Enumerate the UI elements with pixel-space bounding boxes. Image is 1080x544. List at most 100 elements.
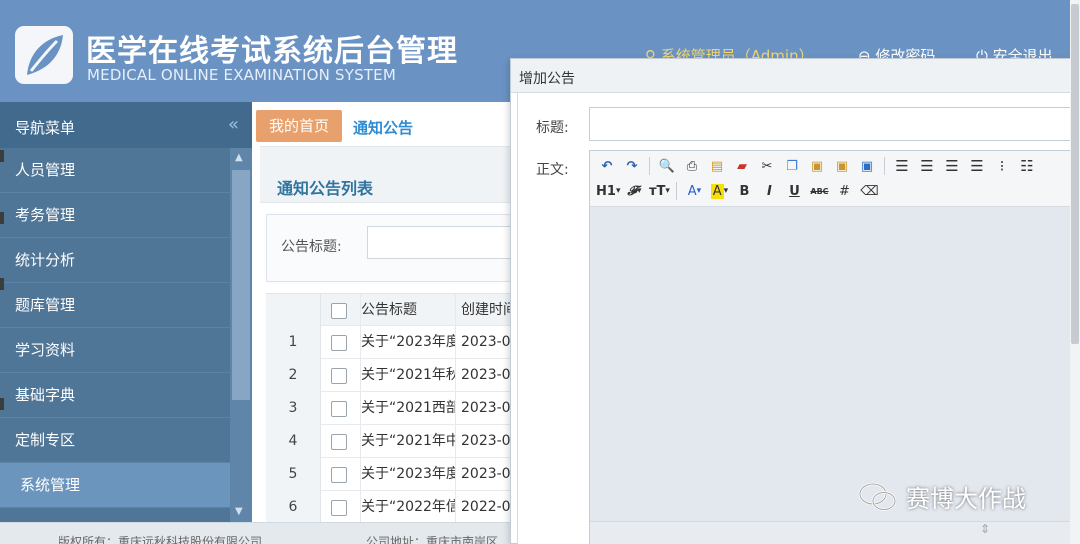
sidebar-item-question-bank[interactable]: 题库管理 bbox=[0, 283, 230, 328]
table-icon[interactable]: # bbox=[833, 180, 855, 202]
tab-notice[interactable]: 通知公告 bbox=[353, 117, 413, 138]
toolbar-separator bbox=[676, 182, 678, 200]
resize-handle-icon[interactable]: ⇕ bbox=[980, 522, 990, 536]
row-number: 5 bbox=[266, 458, 321, 491]
row-title: 关于“2021年秋 bbox=[360, 359, 455, 392]
title-input[interactable] bbox=[589, 107, 1080, 141]
row-checkbox[interactable] bbox=[331, 434, 347, 450]
code-icon[interactable]: ▰ bbox=[731, 155, 753, 177]
header-num-cell bbox=[266, 294, 321, 327]
wechat-icon bbox=[858, 482, 897, 511]
edge-fragment bbox=[0, 278, 4, 290]
sidebar-item-custom[interactable]: 定制专区 bbox=[0, 418, 230, 463]
select-all-checkbox[interactable] bbox=[331, 303, 347, 319]
bold-button[interactable]: B bbox=[733, 180, 755, 202]
sidebar-item-exam-affairs[interactable]: 考务管理 bbox=[0, 193, 230, 238]
sidebar-heading: 导航菜单 bbox=[15, 119, 76, 137]
sidebar-item-system[interactable]: 系统管理 bbox=[0, 463, 230, 508]
scroll-down-icon[interactable]: ▼ bbox=[235, 506, 243, 517]
font-family-button[interactable]: 𝓕 ▾ bbox=[623, 180, 645, 202]
template-icon[interactable]: ▤ bbox=[706, 155, 728, 177]
font-size-button[interactable]: тT ▾ bbox=[648, 180, 670, 202]
italic-button[interactable]: I bbox=[758, 180, 780, 202]
sidebar-scrollbar[interactable]: ▲ ▼ bbox=[230, 148, 252, 522]
scroll-up-icon[interactable]: ▲ bbox=[235, 152, 243, 163]
print-icon[interactable]: ⎙ bbox=[681, 155, 703, 177]
strikethrough-button[interactable]: ABC bbox=[808, 180, 830, 202]
dialog-header[interactable]: 增加公告 bbox=[511, 59, 1080, 93]
row-checkbox[interactable] bbox=[331, 368, 347, 384]
notice-title-search-input[interactable] bbox=[367, 226, 527, 259]
sidebar-item-study-materials[interactable]: 学习资料 bbox=[0, 328, 230, 373]
main-content: 我的首页 通知公告 通知公告列表 公告标题: 公告标题 创建时间 1 关于“20… bbox=[252, 102, 527, 524]
sidebar-menu: 人员管理 考务管理 统计分析 题库管理 学习资料 基础字典 定制专区 系统管理 bbox=[0, 148, 230, 508]
table-row[interactable]: 6 关于“2022年信 2022-08 bbox=[266, 491, 517, 524]
column-title[interactable]: 公告标题 bbox=[360, 294, 455, 327]
table-row[interactable]: 5 关于“2023年度 2023-03 bbox=[266, 458, 517, 491]
row-checkbox[interactable] bbox=[331, 335, 347, 351]
page-footer: 版权所有：重庆远秋科技股份有限公司 公司地址：重庆市南岸区 bbox=[0, 522, 517, 544]
highlight-button[interactable]: A ▾ bbox=[708, 180, 730, 202]
watermark-text: 赛博大作战 bbox=[906, 485, 1026, 513]
redo-icon[interactable]: ↷ bbox=[621, 155, 643, 177]
row-checkbox[interactable] bbox=[331, 401, 347, 417]
row-date: 2023-06 bbox=[455, 359, 517, 392]
sidebar-item-personnel[interactable]: 人员管理 bbox=[0, 148, 230, 193]
align-right-icon[interactable]: ☰ bbox=[941, 155, 963, 177]
cut-icon[interactable]: ✂ bbox=[756, 155, 778, 177]
page-scrollbar[interactable] bbox=[1070, 0, 1080, 544]
undo-icon[interactable]: ↶ bbox=[596, 155, 618, 177]
row-number: 2 bbox=[266, 359, 321, 392]
align-center-icon[interactable]: ☰ bbox=[916, 155, 938, 177]
ordered-list-icon[interactable]: ⁝ bbox=[991, 155, 1013, 177]
title-label: 标题: bbox=[536, 120, 569, 136]
unordered-list-icon[interactable]: ☷ bbox=[1016, 155, 1038, 177]
sidebar-scroll-thumb[interactable] bbox=[232, 170, 250, 400]
collapse-sidebar-icon[interactable]: « bbox=[228, 114, 239, 135]
page-scroll-thumb[interactable] bbox=[1071, 4, 1079, 344]
column-date[interactable]: 创建时间 bbox=[455, 294, 517, 327]
notice-table: 公告标题 创建时间 1 关于“2023年度 2023-08 2 关于“2021年… bbox=[266, 293, 517, 524]
table-row[interactable]: 4 关于“2021年中 2023-06 bbox=[266, 425, 517, 458]
copy-icon[interactable]: ❐ bbox=[781, 155, 803, 177]
table-row[interactable]: 2 关于“2021年秋 2023-06 bbox=[266, 359, 517, 392]
sidebar-header: 导航菜单 « bbox=[0, 102, 252, 148]
sidebar-item-statistics[interactable]: 统计分析 bbox=[0, 238, 230, 283]
search-panel: 公告标题: bbox=[266, 214, 527, 282]
dialog-body: 标题: 正文: ↶ ↷ 🔍 ⎙ ▤ ▰ ✂ ❐ ▣ ▣ ▣ ☰ ☰ ☰ ☰ ⁝ … bbox=[517, 93, 1080, 544]
table-header: 公告标题 创建时间 bbox=[266, 293, 517, 327]
panel-title-bar: 通知公告列表 bbox=[260, 146, 517, 203]
app-title: 医学在线考试系统后台管理 bbox=[86, 34, 458, 69]
row-checkbox[interactable] bbox=[331, 500, 347, 516]
paste-text-icon[interactable]: ▣ bbox=[831, 155, 853, 177]
sidebar: 导航菜单 « 人员管理 考务管理 统计分析 题库管理 学习资料 基础字典 定制专… bbox=[0, 102, 252, 522]
row-number: 1 bbox=[266, 326, 321, 359]
footer-address: 公司地址：重庆市南岸区 bbox=[366, 535, 499, 544]
table-row[interactable]: 1 关于“2023年度 2023-08 bbox=[266, 326, 517, 359]
eraser-icon[interactable]: ⌫ bbox=[858, 180, 880, 202]
app-subtitle: MEDICAL ONLINE EXAMINATION SYSTEM bbox=[87, 66, 396, 84]
editor-toolbar: ↶ ↷ 🔍 ⎙ ▤ ▰ ✂ ❐ ▣ ▣ ▣ ☰ ☰ ☰ ☰ ⁝ ☷ H1 ▾ 𝓕… bbox=[590, 151, 1080, 207]
paste-icon[interactable]: ▣ bbox=[806, 155, 828, 177]
row-checkbox[interactable] bbox=[331, 467, 347, 483]
row-date: 2023-08 bbox=[455, 326, 517, 359]
table-row[interactable]: 3 关于“2021西部 2023-06 bbox=[266, 392, 517, 425]
row-date: 2023-03 bbox=[455, 458, 517, 491]
sidebar-item-dictionary[interactable]: 基础字典 bbox=[0, 373, 230, 418]
toolbar-separator bbox=[649, 157, 650, 175]
tab-home[interactable]: 我的首页 bbox=[256, 110, 342, 142]
justify-icon[interactable]: ☰ bbox=[966, 155, 988, 177]
toolbar-separator bbox=[884, 157, 885, 175]
toolbar-row-1: ↶ ↷ 🔍 ⎙ ▤ ▰ ✂ ❐ ▣ ▣ ▣ ☰ ☰ ☰ ☰ ⁝ ☷ bbox=[596, 154, 1041, 178]
footer-copyright: 版权所有：重庆远秋科技股份有限公司 bbox=[58, 535, 263, 544]
heading-button[interactable]: H1 ▾ bbox=[596, 180, 620, 202]
font-color-button[interactable]: A ▾ bbox=[683, 180, 705, 202]
align-left-icon[interactable]: ☰ bbox=[891, 155, 913, 177]
edge-fragment bbox=[0, 398, 4, 410]
preview-icon[interactable]: 🔍 bbox=[656, 155, 678, 177]
row-number: 3 bbox=[266, 392, 321, 425]
dialog-title: 增加公告 bbox=[519, 71, 575, 87]
paste-word-icon[interactable]: ▣ bbox=[856, 155, 878, 177]
underline-button[interactable]: U bbox=[783, 180, 805, 202]
row-date: 2023-06 bbox=[455, 425, 517, 458]
